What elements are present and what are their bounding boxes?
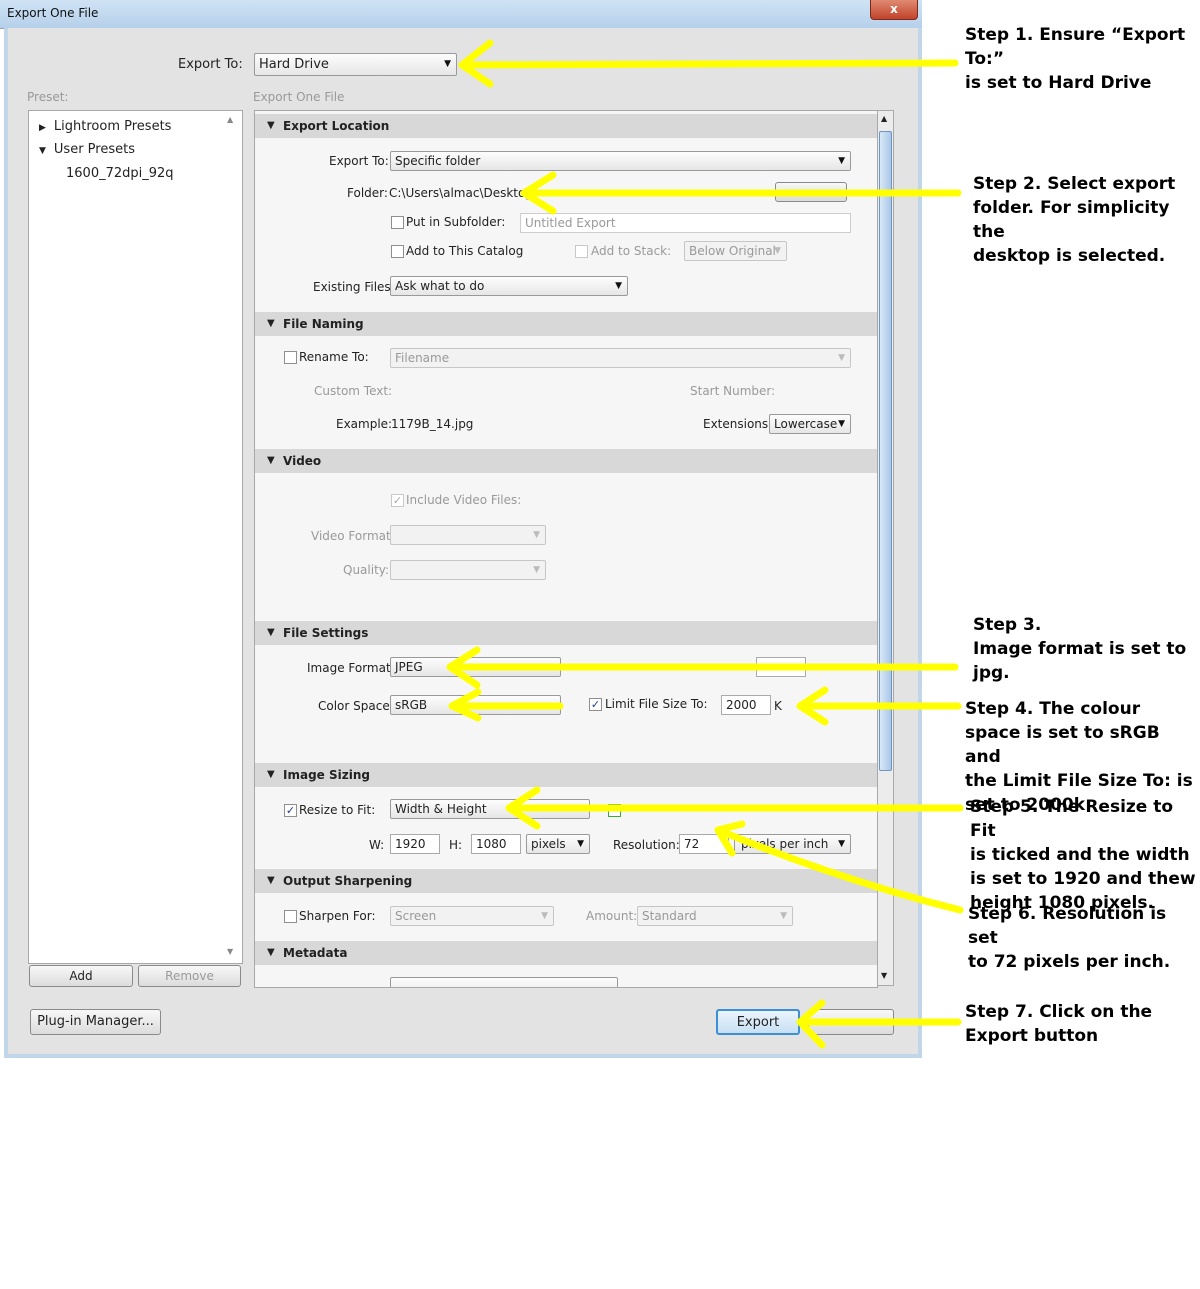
- step3-note: Step 3. Image format is set to jpg.: [973, 615, 1187, 683]
- step7-note: Step 7. Click on the Export button: [965, 1002, 1153, 1046]
- step6-note: Step 6. Resolution is set to 72 pixels pe…: [968, 904, 1171, 972]
- arrow-step6: [714, 820, 964, 914]
- arrow-step3: [446, 646, 959, 689]
- arrow-step4b: [796, 686, 962, 726]
- arrow-step7: [796, 999, 962, 1049]
- arrow-step1: [458, 39, 959, 88]
- step1-note: Step 1. Ensure “Export To:” is set to Har…: [965, 25, 1186, 93]
- arrow-step2: [520, 171, 962, 215]
- step5-note: Step 5. The Resize to Fit is ticked and t…: [970, 797, 1196, 913]
- step2-note: Step 2. Select export folder. For simplic…: [973, 174, 1176, 266]
- arrow-step4a: [448, 688, 564, 722]
- arrow-step5: [505, 786, 964, 830]
